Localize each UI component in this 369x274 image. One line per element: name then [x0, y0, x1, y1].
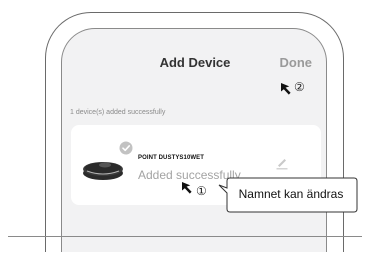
instruction-figure: Add Device Done 1 device(s) added succes…	[0, 0, 369, 274]
added-status-text: 1 device(s) added successfully	[70, 109, 166, 116]
divider	[8, 236, 362, 237]
callout-text: Namnet kan ändras	[238, 187, 344, 201]
pointer-arrow-icon	[280, 82, 294, 101]
step-2-marker: ②	[294, 80, 305, 94]
checkmark-icon	[119, 141, 133, 160]
step-1-marker: ①	[196, 184, 207, 198]
done-button[interactable]: Done	[280, 55, 313, 70]
pointer-arrow-icon	[181, 181, 195, 200]
edit-icon[interactable]	[275, 156, 289, 175]
device-name: POINT DUSTYS10WET	[138, 155, 205, 161]
